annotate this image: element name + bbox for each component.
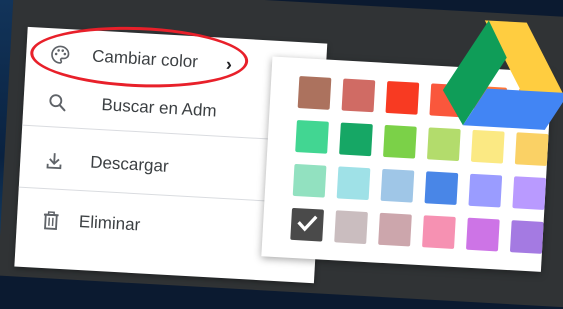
color-swatch[interactable]	[298, 76, 332, 110]
color-swatch[interactable]	[466, 218, 500, 252]
color-swatch[interactable]	[422, 215, 456, 249]
color-swatch[interactable]	[468, 174, 502, 208]
color-swatch[interactable]	[378, 213, 412, 247]
color-swatch[interactable]	[425, 171, 459, 205]
menu-item-label: Eliminar	[78, 212, 140, 235]
color-swatch[interactable]	[295, 120, 329, 154]
menu-item-label: Descargar	[90, 153, 169, 177]
menu-item-label: Buscar en Adm	[101, 95, 217, 121]
color-swatch[interactable]	[381, 169, 415, 203]
color-swatch[interactable]	[510, 220, 544, 254]
color-swatch[interactable]	[471, 130, 505, 164]
color-swatch[interactable]	[515, 132, 549, 166]
drive-context-menu-scene: Cambiar color › Buscar en Adm	[0, 0, 563, 309]
download-icon	[42, 148, 67, 173]
google-drive-logo	[439, 10, 563, 132]
color-swatch[interactable]	[339, 122, 373, 156]
color-swatch[interactable]	[290, 208, 324, 242]
color-swatch[interactable]	[337, 166, 371, 200]
checkmark-icon	[293, 209, 321, 241]
color-swatch[interactable]	[334, 210, 368, 244]
color-swatch[interactable]	[383, 125, 417, 159]
search-icon	[45, 90, 70, 115]
color-swatch[interactable]	[512, 176, 546, 210]
color-swatch[interactable]	[385, 81, 419, 115]
color-swatch[interactable]	[293, 164, 327, 198]
color-swatch[interactable]	[342, 79, 376, 113]
color-swatch[interactable]	[427, 127, 461, 161]
trash-icon	[38, 208, 63, 233]
